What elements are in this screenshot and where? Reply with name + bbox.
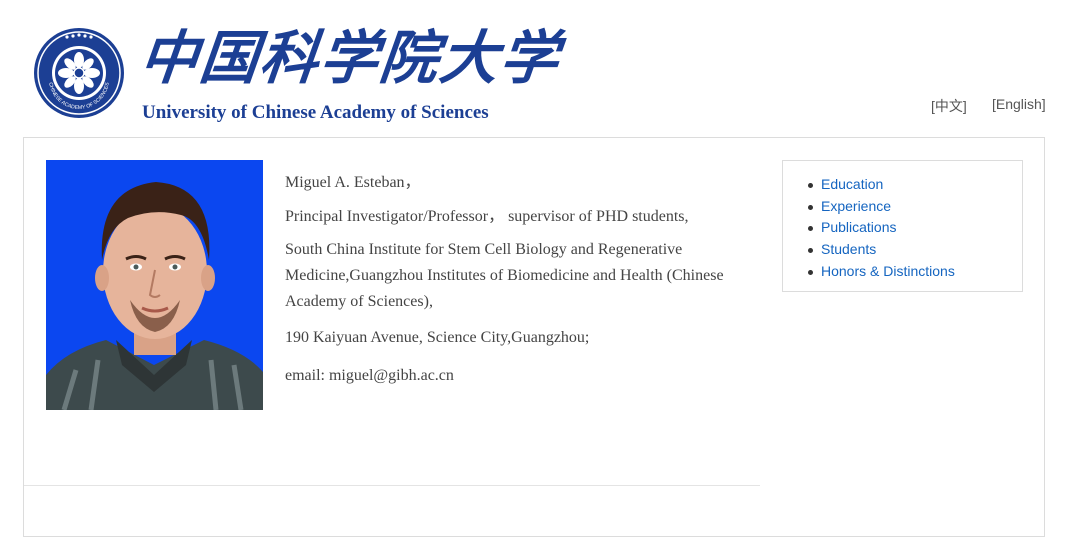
nav-item-students: Students [808,239,1022,261]
university-seal-logo[interactable]: CHINESE ACADEMY OF SCIENCES [33,27,125,119]
profile-photo [46,160,263,410]
content-divider [24,485,760,486]
profile-info: Miguel A. Esteban， Principal Investigato… [285,170,740,389]
nav-item-publications: Publications [808,217,1022,239]
profile-name: Miguel A. Esteban， [285,174,421,191]
nav-item-honors: Honors & Distinctions [808,261,1022,283]
profile-institution: South China Institute for Stem Cell Biol… [285,241,724,310]
language-link-chinese[interactable]: [中文] [931,96,967,116]
site-header: CHINESE ACADEMY OF SCIENCES 中国科学院大学 Univ… [0,0,1080,136]
university-english-name: University of Chinese Academy of Science… [142,102,489,123]
section-nav-box: Education Experience Publications Studen… [782,160,1023,292]
profile-address: 190 Kaiyuan Avenue, Science City,Guangzh… [285,329,590,346]
nav-link-experience[interactable]: Experience [821,198,891,214]
nav-item-education: Education [808,174,1022,196]
language-link-english[interactable]: [English] [992,96,1046,112]
nav-link-publications[interactable]: Publications [821,219,897,235]
nav-item-experience: Experience [808,196,1022,218]
nav-link-education[interactable]: Education [821,176,883,192]
profile-email: email: miguel@gibh.ac.cn [285,367,454,384]
nav-link-honors[interactable]: Honors & Distinctions [821,263,955,279]
university-chinese-name: 中国科学院大学 [136,24,564,92]
profile-title: Principal Investigator/Professor， superv… [285,208,689,225]
nav-link-students[interactable]: Students [821,241,876,257]
